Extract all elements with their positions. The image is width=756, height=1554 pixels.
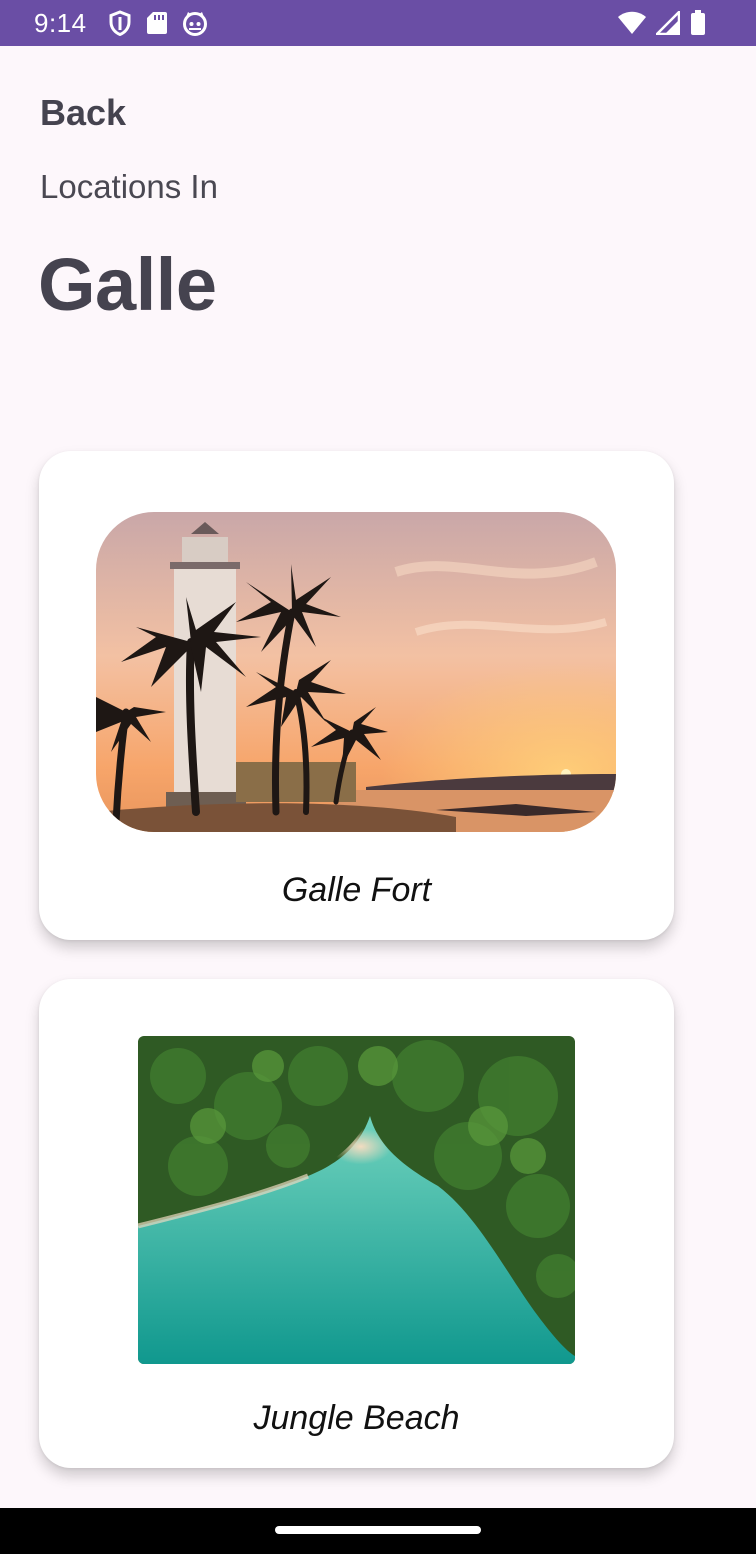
status-icons-right [618,8,706,41]
sd-card-icon [146,10,168,41]
page-title: Galle [38,243,217,326]
location-card-galle-fort[interactable]: Galle Fort [39,451,674,940]
location-name: Galle Fort [281,871,432,909]
navigation-bar [0,1508,756,1554]
location-name: Jungle Beach [253,1399,460,1437]
back-button[interactable]: Back [40,92,126,134]
home-handle[interactable] [275,1526,481,1534]
status-time: 9:14 [34,8,87,38]
location-card-jungle-beach[interactable]: Jungle Beach [39,979,674,1468]
aerial-beach-photo [138,1036,575,1364]
cell-signal-icon [653,8,681,40]
status-icons-left [108,10,208,41]
cat-face-icon [182,10,208,41]
shield-icon [108,10,132,41]
status-bar: 9:14 [0,0,756,46]
lighthouse-sunset-photo [96,512,616,832]
wifi-icon [618,11,646,40]
battery-icon [690,10,706,41]
page-subtitle: Locations In [40,168,218,205]
